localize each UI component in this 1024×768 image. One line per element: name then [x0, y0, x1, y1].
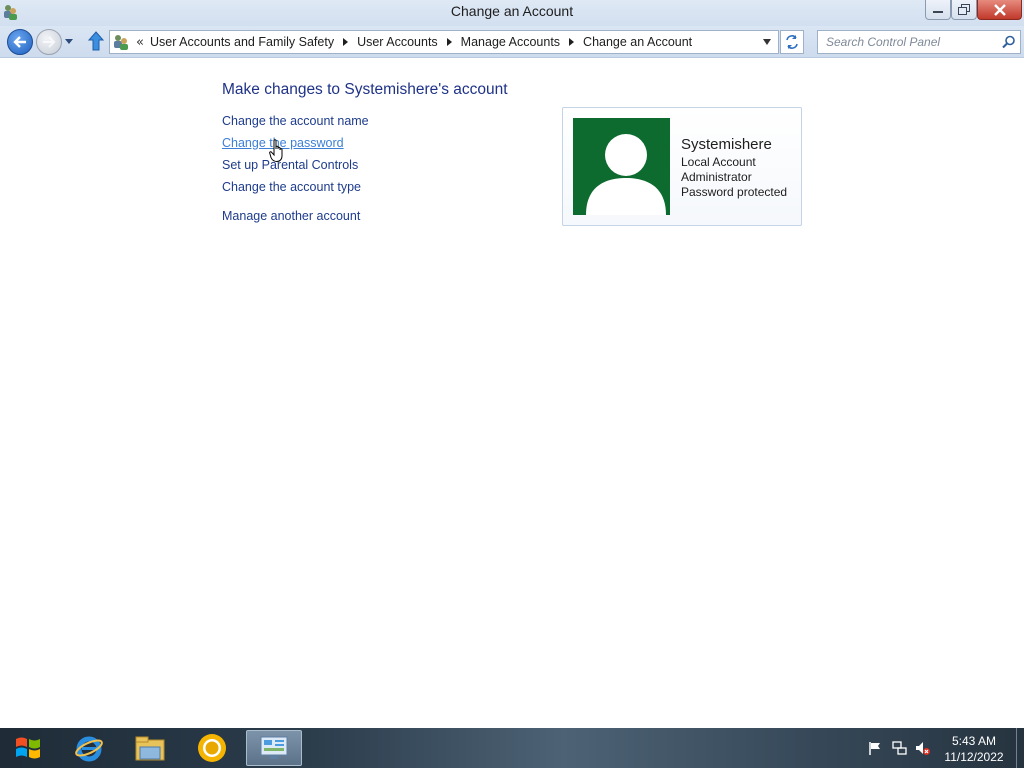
show-desktop-button[interactable] — [1016, 728, 1024, 768]
user-silhouette-icon — [586, 134, 666, 215]
account-name: Systemishere — [681, 136, 772, 153]
volume-muted-icon[interactable] — [914, 740, 930, 756]
taskbar-file-explorer[interactable] — [122, 730, 178, 766]
chevron-down-icon — [763, 39, 771, 45]
system-clock[interactable]: 5:43 AM 11/12/2022 — [936, 733, 1012, 765]
title-bar: Change an Account — [0, 0, 1024, 26]
file-explorer-icon — [135, 736, 165, 761]
search-box[interactable] — [817, 30, 1021, 54]
clock-time: 5:43 AM — [951, 734, 997, 748]
navigation-bar: « User Accounts and Family Safety User A… — [0, 26, 1024, 58]
window-title: Change an Account — [450, 3, 574, 19]
manage-another-account-link[interactable]: Manage another account — [222, 209, 360, 223]
change-account-type-link[interactable]: Change the account type — [222, 180, 361, 194]
change-account-name-link[interactable]: Change the account name — [222, 114, 369, 128]
close-button[interactable] — [977, 0, 1022, 20]
chrome-icon — [198, 734, 226, 762]
clock-date: 11/12/2022 — [944, 750, 1004, 764]
avatar — [573, 118, 670, 215]
address-history-dropdown[interactable] — [756, 31, 778, 53]
address-bar[interactable]: « User Accounts and Family Safety User A… — [109, 30, 779, 54]
back-button[interactable] — [7, 29, 33, 55]
refresh-icon — [786, 35, 798, 49]
network-icon[interactable] — [891, 740, 907, 756]
action-center-flag-icon[interactable] — [867, 740, 883, 756]
hand-cursor-icon — [269, 139, 283, 163]
breadcrumb-user-accounts[interactable]: User Accounts — [357, 35, 438, 49]
breadcrumb-separator[interactable] — [343, 38, 349, 46]
restore-icon — [958, 4, 970, 15]
windows-logo-icon — [16, 737, 40, 759]
page-heading: Make changes to Systemishere's account — [222, 81, 508, 98]
taskbar: 5:43 AM 11/12/2022 — [0, 728, 1024, 768]
restore-button[interactable] — [951, 0, 977, 20]
taskbar-control-panel[interactable] — [246, 730, 302, 766]
recent-pages-dropdown[interactable] — [64, 36, 74, 46]
minimize-icon — [933, 10, 943, 13]
control-panel-icon — [114, 35, 128, 50]
back-arrow-icon — [13, 36, 26, 48]
breadcrumb-manage-accounts[interactable]: Manage Accounts — [461, 35, 560, 49]
control-panel-icon — [260, 736, 288, 759]
setup-parental-controls-link[interactable]: Set up Parental Controls — [222, 158, 358, 172]
up-arrow-icon[interactable] — [87, 31, 105, 51]
breadcrumb-overflow[interactable]: « — [136, 35, 144, 50]
breadcrumb-separator[interactable] — [569, 38, 575, 46]
search-input[interactable] — [818, 31, 998, 53]
breadcrumb-user-accounts-and-family-safety[interactable]: User Accounts and Family Safety — [150, 35, 334, 49]
refresh-button[interactable] — [780, 30, 804, 54]
account-status: Password protected — [681, 185, 788, 199]
account-card: Systemishere Local Account Administrator… — [562, 107, 802, 226]
close-icon — [993, 3, 1006, 16]
taskbar-internet-explorer[interactable] — [61, 730, 117, 766]
breadcrumb-change-an-account[interactable]: Change an Account — [583, 35, 692, 49]
breadcrumb-separator[interactable] — [446, 38, 452, 46]
account-type: Local Account — [681, 155, 756, 169]
taskbar-chrome[interactable] — [184, 730, 240, 766]
internet-explorer-icon — [75, 736, 103, 762]
forward-button[interactable] — [36, 29, 62, 55]
search-icon[interactable] — [1002, 35, 1016, 49]
account-role: Administrator — [681, 170, 752, 184]
minimize-button[interactable] — [925, 0, 951, 20]
forward-arrow-icon — [43, 36, 56, 48]
start-button[interactable] — [8, 732, 48, 764]
